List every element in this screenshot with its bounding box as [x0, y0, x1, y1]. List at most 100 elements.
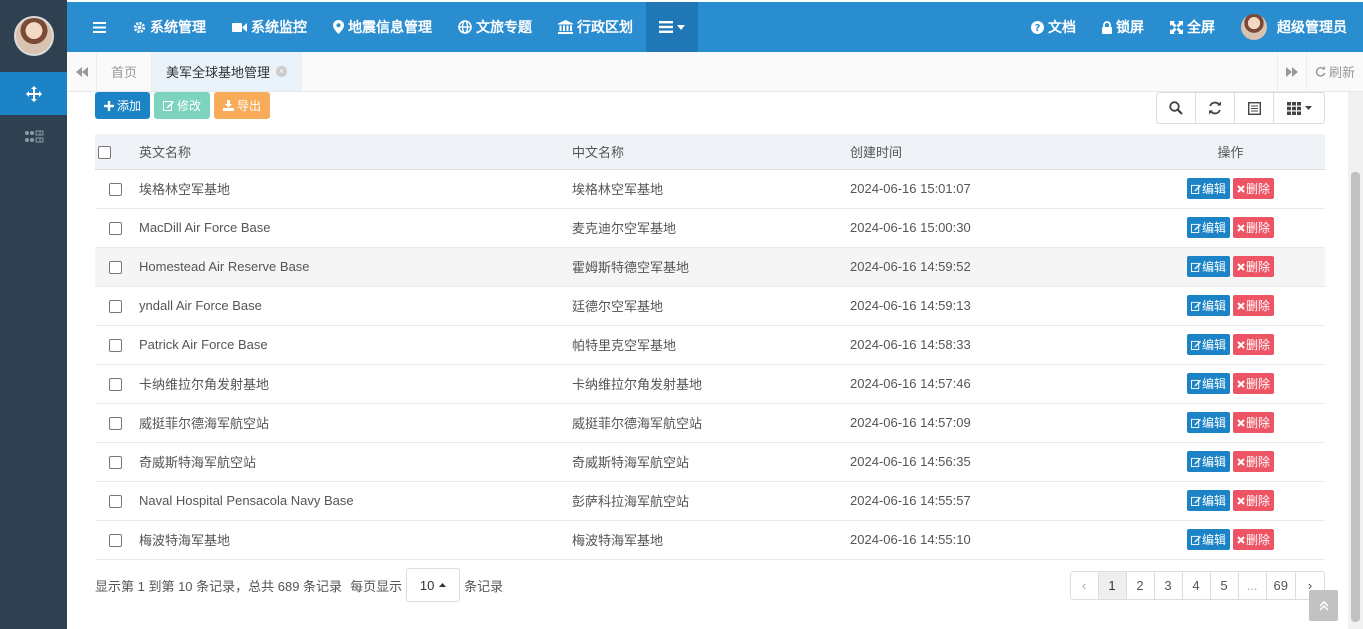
- table-row[interactable]: 奇威斯特海军航空站 奇威斯特海军航空站 2024-06-16 14:56:35 编辑删…: [95, 442, 1325, 482]
- pagination-page[interactable]: 69: [1267, 571, 1296, 599]
- select-all-cell: [95, 134, 133, 170]
- table-row[interactable]: yndall Air Force Base 廷德尔空军基地 2024-06-16 1…: [95, 286, 1325, 326]
- table-row[interactable]: 埃格林空军基地 埃格林空军基地 2024-06-16 15:01:07 编辑 删除: [95, 169, 1325, 209]
- row-checkbox[interactable]: [109, 300, 122, 314]
- row-checkbox[interactable]: [109, 534, 122, 548]
- page-size-select[interactable]: 10: [406, 568, 461, 602]
- avatar[interactable]: [13, 16, 54, 56]
- tab-home[interactable]: 首页: [97, 52, 153, 91]
- tab-scroll-left-button[interactable]: [67, 52, 97, 91]
- row-checkbox[interactable]: [109, 261, 122, 275]
- nav-user-menu[interactable]: 超级管理员: [1228, 2, 1363, 52]
- back-to-top-button[interactable]: [1309, 590, 1338, 621]
- refresh-button[interactable]: [1196, 93, 1235, 123]
- pagination-page[interactable]: 5: [1211, 571, 1239, 599]
- tab-scroll-right-button[interactable]: [1276, 52, 1306, 91]
- edit-row-label: 编辑: [1201, 533, 1226, 547]
- row-checkbox[interactable]: [109, 495, 122, 509]
- pagination-page[interactable]: 2: [1127, 571, 1155, 599]
- row-check-cell: [95, 208, 133, 248]
- row-checkbox[interactable]: [109, 378, 122, 392]
- header-en-name[interactable]: 英文名称: [133, 134, 572, 170]
- edit-row-button[interactable]: 编辑: [1186, 451, 1230, 472]
- edit-row-button[interactable]: 编辑: [1186, 256, 1230, 277]
- add-button-label: 添加: [117, 99, 142, 113]
- tab-refresh-button[interactable]: 刷新: [1305, 52, 1363, 91]
- table-row[interactable]: 卡纳维拉尔角发射基地 卡纳维拉尔角发射基地 2024-06-16 14:57:46 编…: [95, 364, 1325, 404]
- delete-row-button[interactable]: 删除: [1233, 217, 1275, 238]
- nav-cultural-tourism[interactable]: 文旅专题: [445, 2, 545, 52]
- nav-more-dropdown[interactable]: [646, 2, 698, 52]
- edit-row-button[interactable]: 编辑: [1186, 295, 1230, 316]
- delete-row-button[interactable]: 删除: [1233, 412, 1275, 433]
- delete-row-button[interactable]: 删除: [1233, 490, 1275, 511]
- select-all-checkbox[interactable]: [98, 145, 111, 159]
- add-button[interactable]: 添加: [95, 92, 151, 119]
- delete-row-button[interactable]: 删除: [1233, 295, 1275, 316]
- delete-row-button[interactable]: 删除: [1233, 373, 1275, 394]
- delete-row-button[interactable]: 删除: [1233, 178, 1275, 199]
- table-row[interactable]: Naval Hospital Pensacola Navy Base 彭萨科拉海军…: [95, 481, 1325, 521]
- header-cn-name[interactable]: 中文名称: [572, 134, 850, 170]
- delete-row-button[interactable]: 删除: [1233, 529, 1275, 550]
- menu-toggle-button[interactable]: [67, 2, 120, 52]
- cell-en-name: 奇威斯特海军航空站: [133, 442, 572, 482]
- nav-earthquake-info[interactable]: 地震信息管理: [320, 2, 445, 52]
- pagination-prev-button[interactable]: ‹: [1071, 571, 1099, 599]
- table-row[interactable]: Patrick Air Force Base 帕特里克空军基地 2024-06-16…: [95, 325, 1325, 365]
- row-checkbox[interactable]: [109, 183, 122, 197]
- delete-row-button[interactable]: 删除: [1233, 334, 1275, 355]
- table-row[interactable]: 梅波特海军基地 梅波特海军基地 2024-06-16 14:55:10 编辑 删除: [95, 520, 1325, 560]
- forward-icon: [1285, 66, 1298, 77]
- table-row[interactable]: MacDill Air Force Base 麦克迪尔空军基地 2024-06-16…: [95, 208, 1325, 248]
- caret-up-icon: [439, 583, 447, 587]
- delete-row-label: 删除: [1246, 260, 1271, 274]
- row-checkbox[interactable]: [109, 222, 122, 236]
- edit-row-button[interactable]: 编辑: [1186, 178, 1230, 199]
- row-checkbox[interactable]: [109, 339, 122, 353]
- table-row[interactable]: Homestead Air Reserve Base 霍姆斯特德空军基地 2024-…: [95, 247, 1325, 287]
- table-row[interactable]: 威挺菲尔德海军航空站 威挺菲尔德海军航空站 2024-06-16 14:57:09 编…: [95, 403, 1325, 443]
- delete-row-button[interactable]: 删除: [1233, 256, 1275, 277]
- cell-cn-name: 彭萨科拉海军航空站: [572, 481, 850, 521]
- columns-dropdown-button[interactable]: [1274, 93, 1324, 123]
- row-checkbox[interactable]: [109, 456, 122, 470]
- page-size-value: 10: [419, 577, 435, 593]
- modify-button[interactable]: 修改: [154, 92, 211, 119]
- tab-bar-spacer: [302, 52, 1277, 91]
- scrollbar-thumb[interactable]: [1351, 172, 1360, 622]
- sidebar-item-home[interactable]: [0, 72, 67, 115]
- edit-row-button[interactable]: 编辑: [1186, 412, 1230, 433]
- search-button[interactable]: [1157, 93, 1196, 123]
- page-scrollbar[interactable]: [1348, 92, 1363, 629]
- pagination-page[interactable]: 4: [1183, 571, 1211, 599]
- nav-lock-screen[interactable]: 锁屏: [1089, 2, 1157, 52]
- cell-cn-name: 帕特里克空军基地: [572, 325, 850, 365]
- nav-docs[interactable]: ? 文档: [1018, 2, 1089, 52]
- tab-us-bases[interactable]: 美军全球基地管理 ×: [152, 52, 303, 91]
- nav-system-monitor[interactable]: 系统监控: [219, 2, 320, 52]
- nav-fullscreen[interactable]: 全屏: [1157, 2, 1228, 52]
- pagination-ellipsis[interactable]: ...: [1239, 571, 1267, 599]
- edit-icon: [1190, 535, 1201, 545]
- edit-row-button[interactable]: 编辑: [1186, 373, 1230, 394]
- delete-row-label: 删除: [1246, 455, 1271, 469]
- pagination-page[interactable]: 1: [1098, 571, 1127, 599]
- toggle-view-button[interactable]: [1235, 93, 1274, 123]
- pagination-page[interactable]: 3: [1155, 571, 1183, 599]
- close-icon[interactable]: ×: [276, 66, 288, 77]
- export-button[interactable]: 导出: [214, 92, 271, 119]
- row-checkbox[interactable]: [109, 417, 122, 431]
- edit-row-button[interactable]: 编辑: [1186, 217, 1230, 238]
- top-navbar: 系统管理 系统监控 地震信息管理 文旅专题 行政区划 ? 文档 锁屏 全屏 超级…: [67, 2, 1363, 52]
- edit-icon: [1190, 496, 1201, 506]
- nav-system-management[interactable]: 系统管理: [120, 2, 219, 52]
- edit-icon: [1190, 457, 1201, 467]
- header-create-time[interactable]: 创建时间: [850, 134, 1150, 170]
- edit-row-button[interactable]: 编辑: [1186, 529, 1230, 550]
- sidebar-item-menu[interactable]: [0, 115, 67, 158]
- delete-row-button[interactable]: 删除: [1233, 451, 1275, 472]
- edit-row-button[interactable]: 编辑: [1186, 334, 1230, 355]
- nav-admin-division[interactable]: 行政区划: [545, 2, 646, 52]
- edit-row-button[interactable]: 编辑: [1186, 490, 1230, 511]
